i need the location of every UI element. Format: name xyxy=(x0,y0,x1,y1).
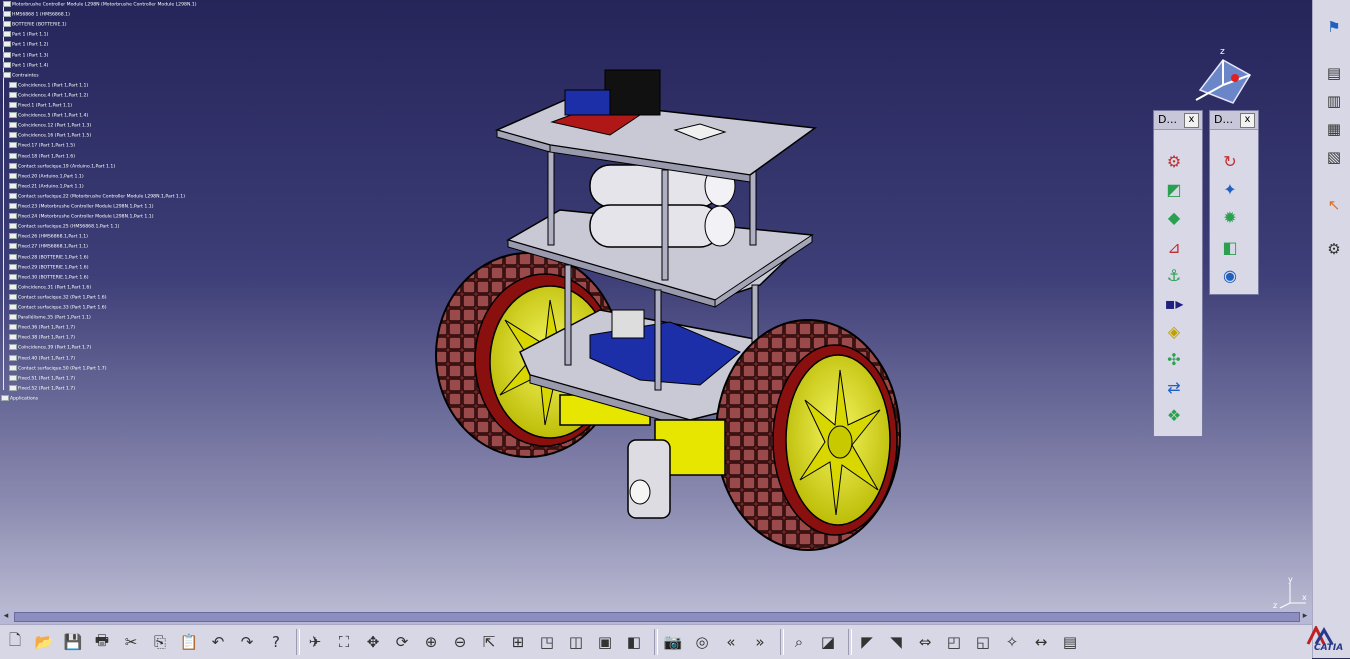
fly-mode-icon[interactable]: ✈ xyxy=(304,631,326,653)
copy-icon[interactable]: ⎘ xyxy=(149,631,171,653)
axis-y-label: y xyxy=(1288,575,1293,584)
toolbar-separator xyxy=(780,629,784,655)
right-motor xyxy=(627,419,726,519)
replace-component-icon[interactable]: ▧ xyxy=(1323,146,1345,168)
quick-constraint-icon[interactable]: ◈ xyxy=(1162,319,1186,343)
reframe-icon[interactable]: ◪ xyxy=(817,631,839,653)
axis-triad: y x z xyxy=(1273,575,1307,610)
stop-manipulate-icon[interactable]: ◧ xyxy=(1218,235,1242,259)
top-plate xyxy=(494,69,818,183)
toolbar-separator xyxy=(296,629,300,655)
measure-between-icon[interactable]: ↔ xyxy=(1030,631,1052,653)
component-icon[interactable]: ▥ xyxy=(1323,90,1345,112)
close-icon[interactable]: x xyxy=(1240,113,1255,128)
toolbar-separator xyxy=(654,629,658,655)
zoom-area-icon[interactable]: ⇔ xyxy=(914,631,936,653)
compass-icon[interactable]: z xyxy=(1188,45,1258,115)
cut-icon[interactable]: ✂ xyxy=(120,631,142,653)
fit-all-icon[interactable]: ⛶ xyxy=(333,631,355,653)
reuse-pattern-icon[interactable]: ❖ xyxy=(1162,403,1186,427)
redo-icon[interactable]: ↷ xyxy=(236,631,258,653)
previous-icon[interactable]: ◎ xyxy=(691,631,713,653)
hide-show-icon[interactable]: ◫ xyxy=(565,631,587,653)
open-icon[interactable]: 📂 xyxy=(33,631,55,653)
rotate-icon[interactable]: ⟳ xyxy=(391,631,413,653)
measure-icon[interactable]: 📷 xyxy=(662,631,684,653)
offset-constraint-icon[interactable]: ◆ xyxy=(1162,205,1186,229)
svg-text:z: z xyxy=(1220,47,1225,57)
save-icon[interactable]: 💾 xyxy=(62,631,84,653)
scroll-right-icon[interactable]: ▸ xyxy=(1300,611,1310,622)
print-icon[interactable]: 🖶 xyxy=(91,631,113,653)
capture-icon[interactable]: ⌕ xyxy=(788,631,810,653)
product-icon[interactable]: ▤ xyxy=(1323,62,1345,84)
zoom-in-icon[interactable]: ⊕ xyxy=(420,631,442,653)
next-icon[interactable]: « xyxy=(720,631,742,653)
swap-visible-icon[interactable]: ▣ xyxy=(594,631,616,653)
axis-z-label: z xyxy=(1273,601,1277,610)
analysis-icon[interactable]: ▤ xyxy=(1059,631,1081,653)
toolbar-panel-1[interactable]: D... x ⚙ ◩ ◆ ⊿ ⚓ ▪▸ ◈ ✣ ⇄ ❖ xyxy=(1153,110,1203,437)
multi-view-icon[interactable]: ⊞ xyxy=(507,631,529,653)
flexible-icon[interactable]: ✣ xyxy=(1162,347,1186,371)
select-icon[interactable]: ↖ xyxy=(1323,194,1345,216)
catia-logo-text: CATIA xyxy=(1314,643,1344,653)
snap-icon[interactable]: ✦ xyxy=(1218,177,1242,201)
change-constraint-icon[interactable]: ⇄ xyxy=(1162,375,1186,399)
clash-analysis-icon[interactable]: ◉ xyxy=(1218,263,1242,287)
section-icon[interactable]: ◰ xyxy=(943,631,965,653)
shading-icon[interactable]: ◱ xyxy=(972,631,994,653)
explode-icon[interactable]: ✹ xyxy=(1218,205,1242,229)
new-icon[interactable]: 🗋 xyxy=(4,631,26,653)
robot-model[interactable] xyxy=(0,0,1312,610)
contact-constraint-icon[interactable]: ◩ xyxy=(1162,177,1186,201)
settings-icon[interactable]: ⚙ xyxy=(1323,238,1345,260)
manipulate-icon[interactable]: ↻ xyxy=(1218,149,1242,173)
paste-icon[interactable]: 📋 xyxy=(178,631,200,653)
scroll-thumb[interactable] xyxy=(14,612,1300,622)
panel-title[interactable]: D... x xyxy=(1210,111,1258,130)
scroll-left-icon[interactable]: ◂ xyxy=(1,611,11,622)
normal-view-icon[interactable]: ⇱ xyxy=(478,631,500,653)
axis-x-label: x xyxy=(1302,593,1307,602)
render-style-icon[interactable]: ◧ xyxy=(623,631,645,653)
existing-component-icon[interactable]: ▦ xyxy=(1323,118,1345,140)
fix-component-icon[interactable]: ⚓ xyxy=(1162,263,1186,287)
horizontal-scrollbar[interactable]: ◂ ▸ xyxy=(0,610,1312,624)
pan-icon[interactable]: ✥ xyxy=(362,631,384,653)
catia-logo: CATIA xyxy=(1300,626,1348,656)
zoom-out-icon[interactable]: ⊖ xyxy=(449,631,471,653)
last-icon[interactable]: ◥ xyxy=(885,631,907,653)
undo-icon[interactable]: ↶ xyxy=(207,631,229,653)
panel-title[interactable]: D... x xyxy=(1154,111,1202,130)
angle-constraint-icon[interactable]: ⊿ xyxy=(1162,235,1186,259)
lighting-icon[interactable]: ✧ xyxy=(1001,631,1023,653)
iso-view-icon[interactable]: ◳ xyxy=(536,631,558,653)
right-toolbar: ⚑ ▤ ▥ ▦ ▧ ↖ ⚙ xyxy=(1312,0,1350,658)
whats-this-icon[interactable]: ? xyxy=(265,631,287,653)
right-wheel[interactable] xyxy=(715,319,901,551)
stack-icon[interactable]: ▪▸ xyxy=(1162,291,1186,315)
3d-viewport[interactable]: Motorbrushe Controller Module L298N (Mot… xyxy=(0,0,1312,610)
close-icon[interactable]: x xyxy=(1184,113,1199,128)
toolbar-panel-2[interactable]: D... x ↻ ✦ ✹ ◧ ◉ xyxy=(1209,110,1259,295)
workbench-icon[interactable]: ⚑ xyxy=(1323,16,1345,38)
clash-icon[interactable]: » xyxy=(749,631,771,653)
first-icon[interactable]: ◤ xyxy=(856,631,878,653)
toolbar-separator xyxy=(848,629,852,655)
bottom-toolbar: 🗋 📂 💾 🖶 ✂ ⎘ 📋 ↶ ↷? ✈ ⛶ ✥ ⟳ ⊕ ⊖ ⇱ ⊞ ◳ ◫ ▣ ◧ 📷 ◎ « » ⌕ ◪ ◤ ◥ ⇔ ◰ ◱ ✧ ↔ ▤ xyxy=(0,624,1312,659)
assembly-constraint-icon[interactable]: ⚙ xyxy=(1162,149,1186,173)
